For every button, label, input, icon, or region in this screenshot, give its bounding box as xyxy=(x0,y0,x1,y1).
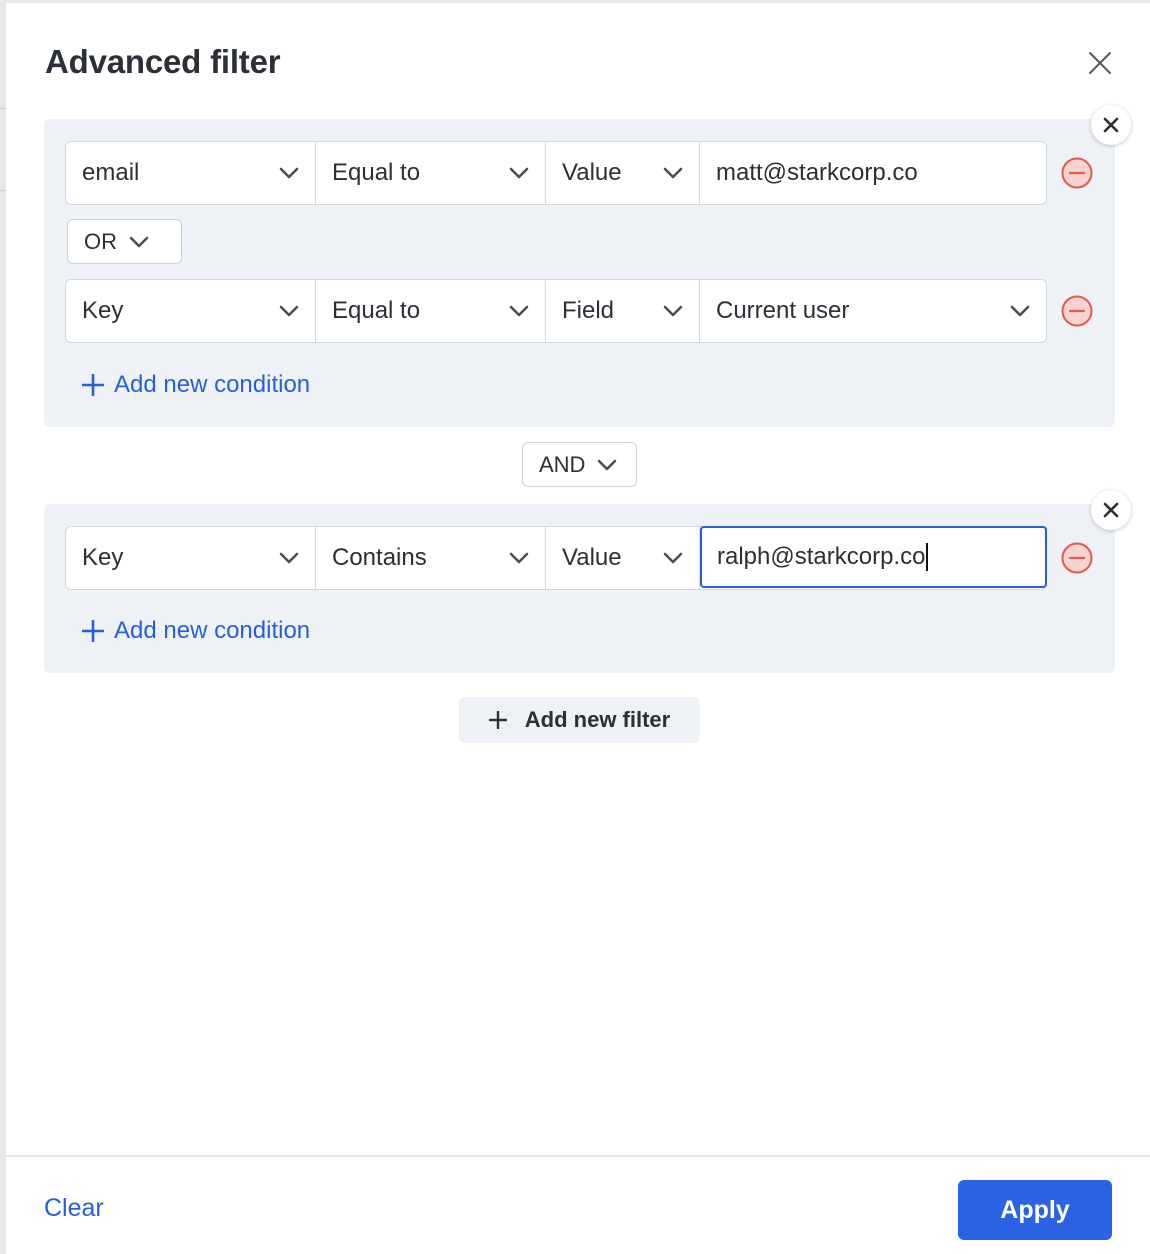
filter-group-1: email Equal to Value matt@starkcorp.co O… xyxy=(44,105,1131,427)
field-select-value: Key xyxy=(82,297,124,324)
close-icon xyxy=(1103,117,1119,133)
chevron-down-icon xyxy=(129,236,149,247)
operator-select-value: Equal to xyxy=(332,297,421,324)
remove-condition-button[interactable] xyxy=(1061,542,1093,574)
add-condition-button[interactable]: Add new condition xyxy=(82,617,310,645)
chevron-down-icon xyxy=(279,167,299,179)
footer-divider xyxy=(6,1155,1150,1157)
field-value-select[interactable]: Current user xyxy=(700,280,1046,342)
value-input[interactable]: ralph@starkcorp.co xyxy=(700,526,1047,588)
value-type-select-value: Value xyxy=(562,159,622,186)
chevron-down-icon xyxy=(279,552,299,564)
remove-condition-button[interactable] xyxy=(1061,157,1093,189)
field-select[interactable]: Key xyxy=(66,527,316,589)
remove-condition-button[interactable] xyxy=(1061,295,1093,327)
condition-row: Key Equal to Field Current user xyxy=(65,279,1047,343)
value-input-text: matt@starkcorp.co xyxy=(716,159,918,186)
chevron-down-icon xyxy=(509,167,529,179)
apply-button[interactable]: Apply xyxy=(958,1180,1112,1240)
add-condition-label: Add new condition xyxy=(114,371,311,398)
condition-join-value: OR xyxy=(84,228,117,254)
minus-circle-icon xyxy=(1061,295,1093,327)
chevron-down-icon xyxy=(509,305,529,317)
modal-title: Advanced filter xyxy=(45,43,281,80)
field-select[interactable]: email xyxy=(66,142,316,204)
condition-row: Key Contains Value ralph@starkcorp.co xyxy=(65,526,1047,590)
add-filter-button[interactable]: Add new filter xyxy=(459,697,700,743)
chevron-down-icon xyxy=(663,305,683,317)
value-type-select[interactable]: Value xyxy=(546,527,700,589)
filter-join-value: AND xyxy=(539,451,586,477)
operator-select-value: Contains xyxy=(332,544,427,571)
field-select[interactable]: Key xyxy=(66,280,316,342)
condition-row: email Equal to Value matt@starkcorp.co xyxy=(65,141,1047,205)
chevron-down-icon xyxy=(1010,305,1030,317)
minus-circle-icon xyxy=(1061,542,1093,574)
add-condition-label: Add new condition xyxy=(114,617,311,644)
value-input[interactable]: matt@starkcorp.co xyxy=(700,142,1046,204)
operator-select[interactable]: Equal to xyxy=(316,280,546,342)
plus-icon xyxy=(82,620,104,642)
condition-join-select[interactable]: OR xyxy=(67,219,182,264)
close-icon xyxy=(1103,502,1119,518)
field-value-select-value: Current user xyxy=(716,297,850,324)
minus-circle-icon xyxy=(1061,157,1093,189)
field-select-value: Key xyxy=(82,544,124,571)
value-type-select[interactable]: Field xyxy=(546,280,700,342)
close-icon xyxy=(1089,52,1111,74)
remove-filter-group-button[interactable] xyxy=(1091,105,1131,145)
field-select-value: email xyxy=(82,159,140,186)
operator-select[interactable]: Equal to xyxy=(316,142,546,204)
remove-filter-group-button[interactable] xyxy=(1091,490,1131,530)
chevron-down-icon xyxy=(663,167,683,179)
clear-button[interactable]: Clear xyxy=(44,1194,104,1223)
plus-icon xyxy=(82,374,104,396)
value-type-select-value: Field xyxy=(562,297,615,324)
chevron-down-icon xyxy=(663,552,683,564)
add-condition-button[interactable]: Add new condition xyxy=(82,371,310,399)
filter-group-2: Key Contains Value ralph@starkcorp.co Ad… xyxy=(44,490,1131,673)
chevron-down-icon xyxy=(598,459,617,470)
filter-join-select[interactable]: AND xyxy=(522,442,637,487)
add-filter-label: Add new filter xyxy=(524,707,671,732)
plus-icon xyxy=(488,711,507,729)
modal-close-button[interactable] xyxy=(1084,47,1116,79)
chevron-down-icon xyxy=(509,552,529,564)
text-caret xyxy=(926,543,929,571)
value-type-select-value: Value xyxy=(562,544,622,571)
value-type-select[interactable]: Value xyxy=(546,142,700,204)
chevron-down-icon xyxy=(279,305,299,317)
operator-select[interactable]: Contains xyxy=(316,527,546,589)
advanced-filter-modal: Advanced filter email Equal to Value mat… xyxy=(6,3,1150,1254)
value-input-text: ralph@starkcorp.co xyxy=(717,543,926,570)
operator-select-value: Equal to xyxy=(332,159,421,186)
